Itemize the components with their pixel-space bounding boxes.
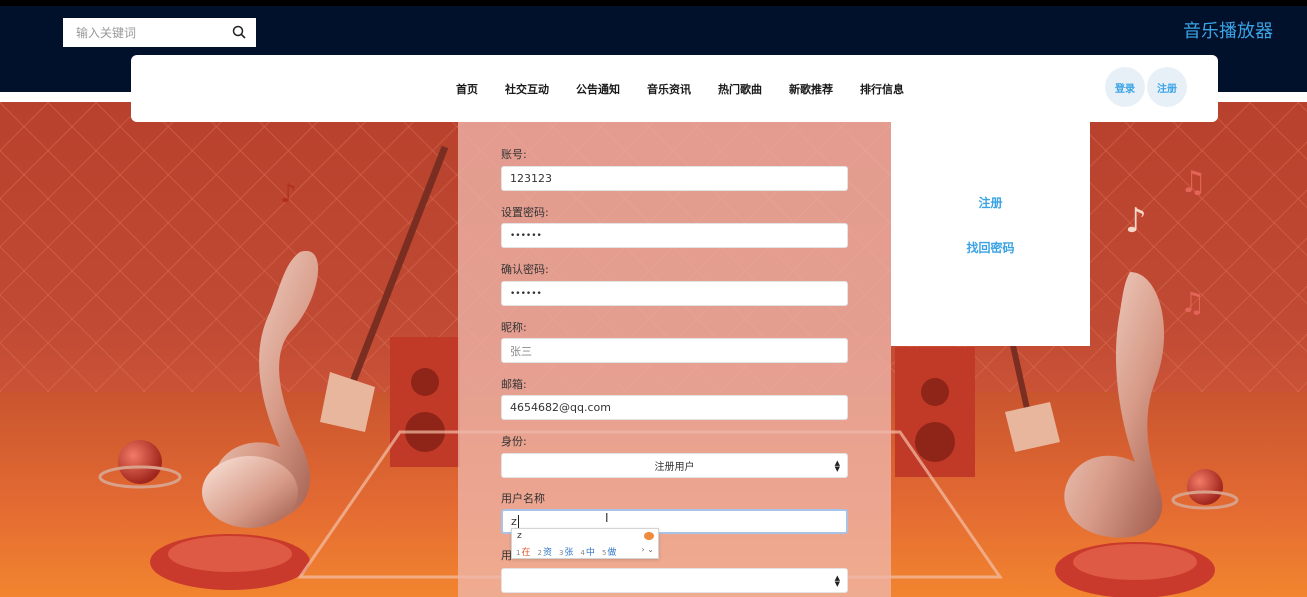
identity-select-value: 注册用户 bbox=[654, 462, 695, 473]
nickname-label: 昵称: bbox=[501, 321, 527, 334]
music-note-head-left bbox=[202, 456, 298, 528]
ime-logo-icon bbox=[644, 532, 654, 540]
search-bar bbox=[63, 18, 256, 47]
email-label: 邮箱: bbox=[501, 378, 527, 391]
identity-label: 身份: bbox=[501, 435, 527, 448]
ime-candidates: 1在 2资 3张 4中 5做 bbox=[516, 545, 623, 558]
small-note-right-3: ♪ bbox=[1125, 201, 1147, 241]
small-note-left: ♪ bbox=[280, 179, 297, 209]
nav-home[interactable]: 首页 bbox=[456, 81, 478, 97]
ime-page-arrows-icon[interactable]: › ⌄ bbox=[642, 545, 654, 554]
decor-ball-right bbox=[1187, 469, 1223, 505]
ime-candidate[interactable]: 2资 bbox=[537, 545, 551, 558]
ime-candidate-window: z 1在 2资 3张 4中 5做 › ⌄ bbox=[511, 528, 659, 559]
ime-candidate[interactable]: 1在 bbox=[516, 545, 530, 558]
ime-candidate[interactable]: 5做 bbox=[602, 545, 616, 558]
small-note-right-1: ♫ bbox=[1180, 165, 1207, 200]
confirm-password-input[interactable]: •••••• bbox=[501, 281, 848, 306]
email-input[interactable]: 4654682@qq.com bbox=[501, 395, 848, 420]
login-button[interactable]: 登录 bbox=[1105, 67, 1145, 107]
nav-music-news[interactable]: 音乐资讯 bbox=[647, 81, 691, 97]
password-input[interactable]: •••••• bbox=[501, 223, 848, 248]
text-cursor-icon: I bbox=[605, 511, 609, 525]
register-form: 账号: 123123 设置密码: •••••• 确认密码: •••••• 昵称:… bbox=[458, 122, 891, 597]
nav-hot-songs[interactable]: 热门歌曲 bbox=[718, 81, 762, 97]
nav-notices[interactable]: 公告通知 bbox=[576, 81, 620, 97]
small-note-right-2: ♫ bbox=[1180, 286, 1205, 319]
account-input[interactable]: 123123 bbox=[501, 166, 848, 191]
nav-new-songs[interactable]: 新歌推荐 bbox=[789, 81, 833, 97]
password-label: 设置密码: bbox=[501, 206, 549, 219]
search-icon[interactable] bbox=[232, 25, 246, 39]
username-label: 用户名称 bbox=[501, 492, 545, 505]
main-nav: 首页 社交互动 公告通知 音乐资讯 热门歌曲 新歌推荐 排行信息 bbox=[456, 81, 931, 97]
nav-card: 首页 社交互动 公告通知 音乐资讯 热门歌曲 新歌推荐 排行信息 登录 注册 bbox=[131, 55, 1218, 122]
ime-candidate[interactable]: 3张 bbox=[559, 545, 573, 558]
ime-composition: z bbox=[517, 531, 522, 541]
dropdown-register-link[interactable]: 注册 bbox=[891, 194, 1090, 211]
nickname-input[interactable]: 张三 bbox=[501, 338, 848, 363]
confirm-password-label: 确认密码: bbox=[501, 263, 549, 276]
account-label: 账号: bbox=[501, 148, 527, 161]
guitar-body-right bbox=[1005, 402, 1060, 452]
identity-select[interactable]: 注册用户 ▲ ▼ bbox=[501, 453, 848, 478]
ime-candidate[interactable]: 4中 bbox=[580, 545, 594, 558]
nav-social[interactable]: 社交互动 bbox=[505, 81, 549, 97]
nav-rankings[interactable]: 排行信息 bbox=[860, 81, 904, 97]
dropdown-forgot-password-link[interactable]: 找回密码 bbox=[891, 239, 1090, 256]
search-input[interactable] bbox=[76, 25, 226, 40]
username-value: z bbox=[511, 515, 517, 528]
decor-ball-left bbox=[118, 440, 162, 484]
select-arrows-icon: ▲ ▼ bbox=[834, 459, 840, 473]
text-caret bbox=[517, 515, 519, 528]
auth-dropdown: 注册 找回密码 bbox=[891, 122, 1090, 346]
register-button[interactable]: 注册 bbox=[1147, 67, 1187, 107]
select-arrows-icon: ▲ ▼ bbox=[834, 574, 840, 588]
next-select[interactable]: ▲ ▼ bbox=[501, 568, 848, 593]
app-title: 音乐播放器 bbox=[1183, 21, 1273, 42]
